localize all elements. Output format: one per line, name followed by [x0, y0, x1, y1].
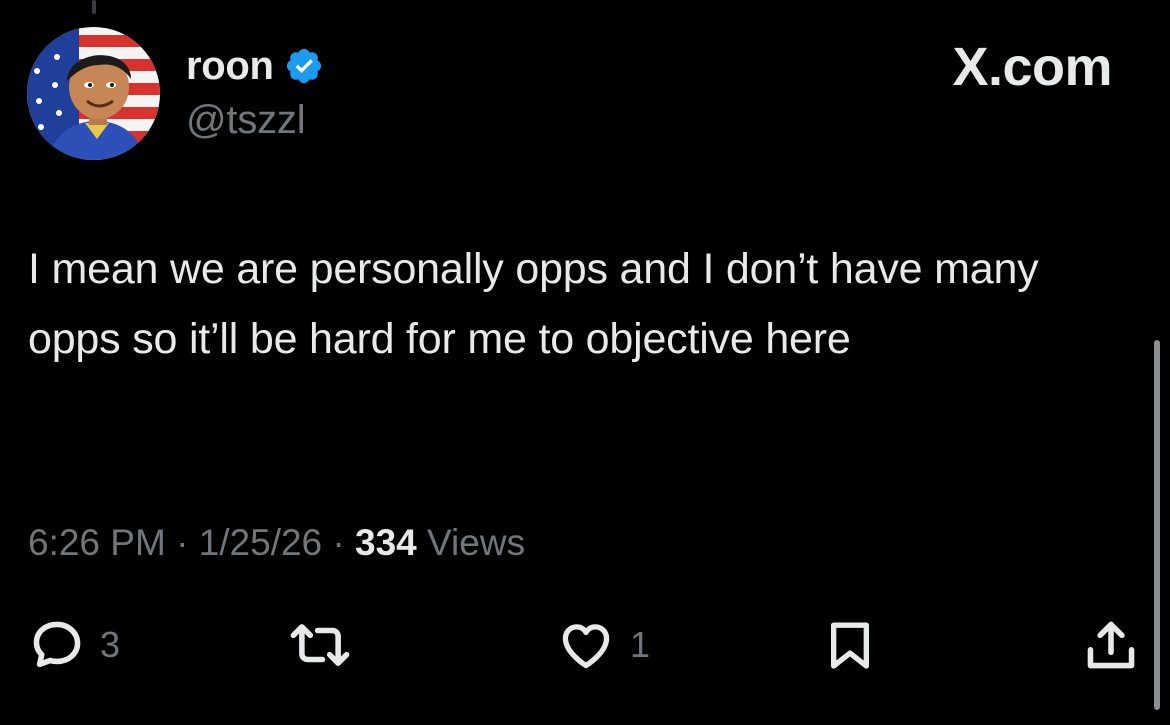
views-count: 334	[355, 522, 417, 563]
repost-arrows-icon	[290, 624, 350, 666]
site-label: X.com	[952, 37, 1112, 97]
bookmark-icon	[830, 622, 870, 669]
tweet-meta: 6:26 PM · 1/25/26 · 334 Views	[28, 522, 525, 564]
heart-icon	[562, 624, 610, 669]
tweet-text: I mean we are personally opps and I don’…	[28, 245, 1039, 363]
meta-separator: ·	[176, 522, 189, 563]
bookmark-button[interactable]	[822, 610, 878, 680]
views-label: Views	[427, 522, 526, 563]
like-button[interactable]: 1	[556, 610, 650, 680]
scrollbar[interactable]	[1154, 340, 1160, 710]
share-button[interactable]	[1082, 610, 1140, 680]
avatar-image	[27, 27, 160, 160]
tweet-date[interactable]: 1/25/26	[199, 522, 322, 563]
tweet-time[interactable]: 6:26 PM	[28, 522, 166, 563]
action-bar: 3 1	[0, 610, 1170, 680]
author-handle[interactable]: @tszzl	[186, 98, 306, 143]
speech-bubble-icon	[33, 621, 81, 668]
reply-count: 3	[100, 624, 121, 665]
like-count: 1	[630, 624, 651, 665]
author-display-name[interactable]: roon	[186, 44, 274, 89]
thread-connector-line	[92, 0, 96, 14]
share-upload-icon	[1087, 621, 1135, 669]
reply-button[interactable]: 3	[28, 610, 120, 680]
author-name-row[interactable]: roon	[186, 38, 324, 94]
verified-badge-icon	[284, 46, 324, 86]
avatar[interactable]	[27, 27, 160, 160]
repost-button[interactable]	[286, 610, 368, 680]
meta-separator: ·	[332, 522, 345, 563]
